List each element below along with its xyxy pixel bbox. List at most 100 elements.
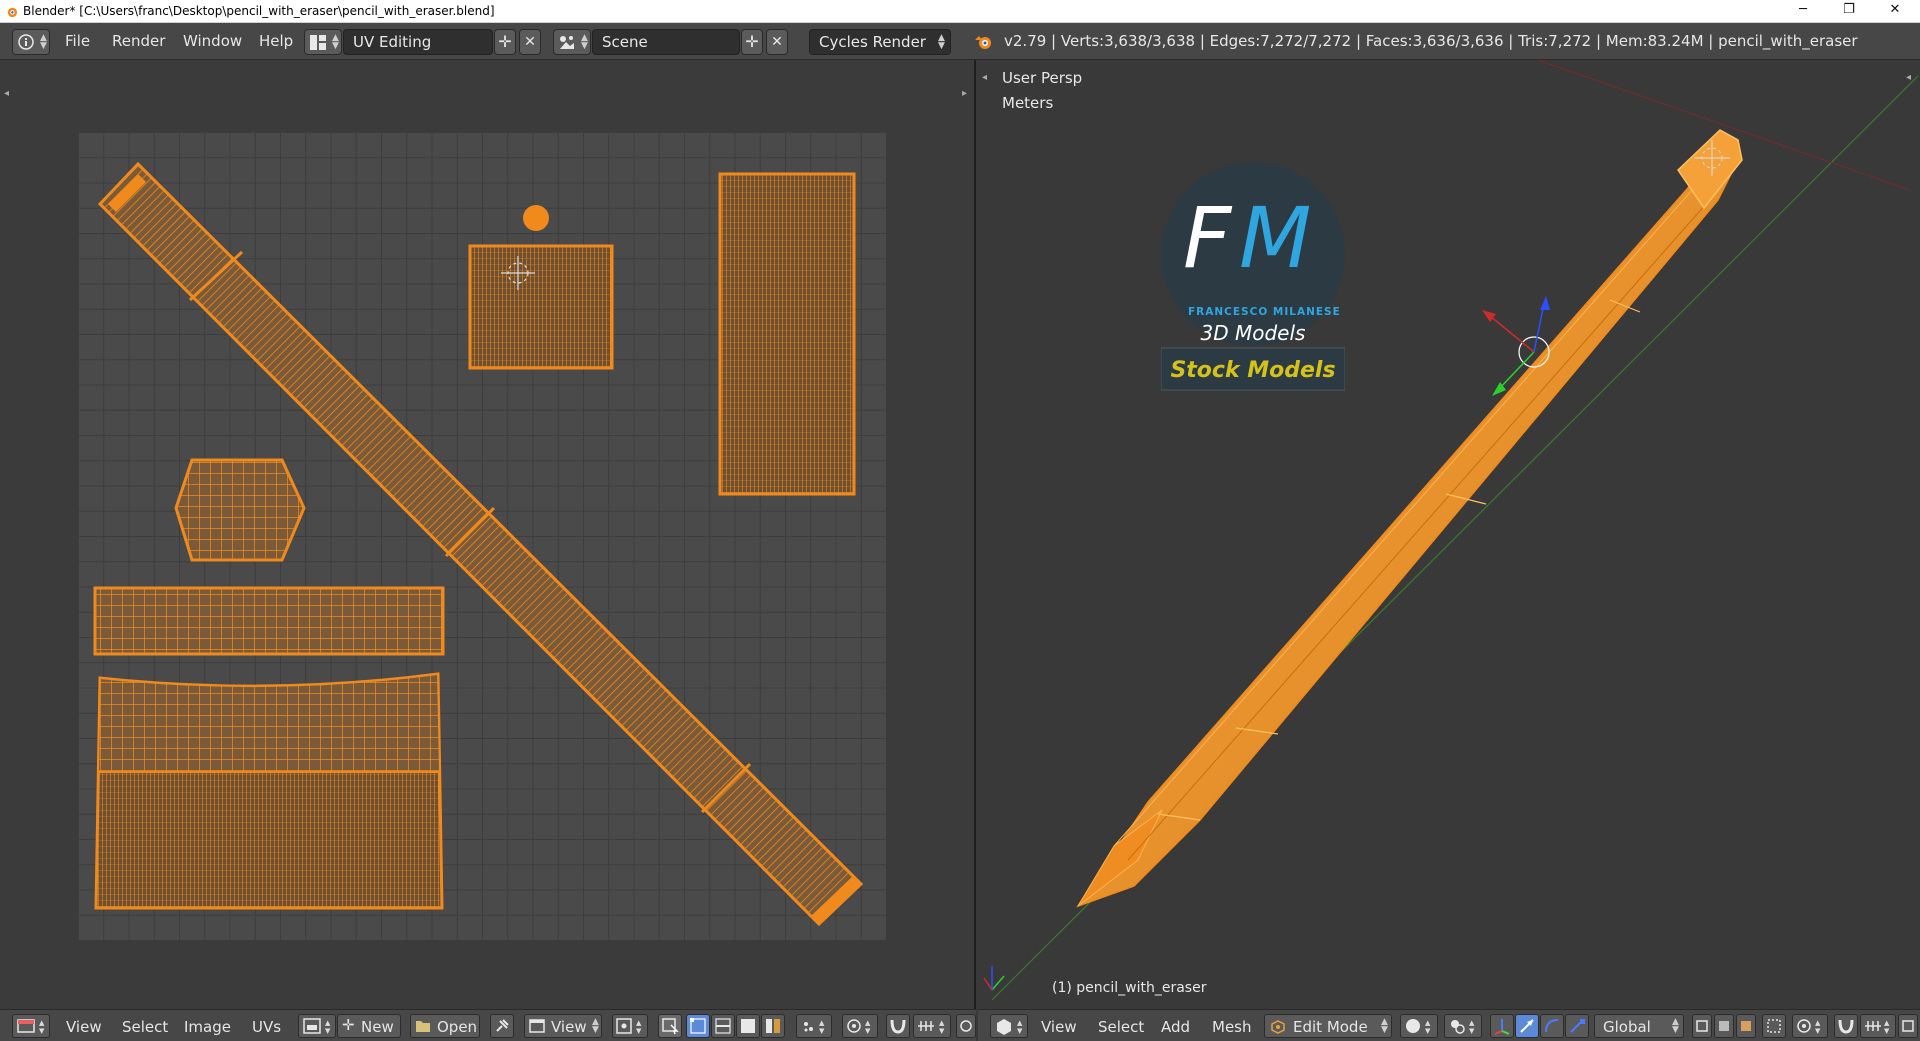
axis-widget-icon (983, 966, 1005, 991)
updown-arrows-icon: ▲ ▼ (581, 33, 588, 51)
3d-viewport[interactable]: ◂ ◂ User Persp Meters F M FRANCESCO MILA… (978, 60, 1920, 1009)
new-label: New (361, 1018, 394, 1036)
menu-help[interactable]: Help (259, 32, 293, 50)
scene-statistics: v2.79 | Verts:3,638/3,638 | Edges:7,272/… (1004, 32, 1858, 50)
image-icon: ▲▼ (303, 1018, 331, 1035)
select-face-button[interactable] (736, 1014, 760, 1038)
layer-button-1[interactable] (1692, 1014, 1712, 1038)
uv-island-ferrule[interactable] (468, 244, 614, 370)
snap-toggle-button[interactable] (1834, 1014, 1858, 1038)
uv-island-tip[interactable] (94, 672, 444, 910)
layer-button-3[interactable] (1736, 1014, 1756, 1038)
logo-subtitle: 3D Models (1200, 321, 1306, 345)
add-screen-button[interactable]: ✛ (494, 29, 516, 55)
proportional-edit-dropdown[interactable]: ▲ ▼ (842, 1014, 878, 1038)
menu-view[interactable]: View (66, 1018, 102, 1036)
toolbar-toggle-right-icon[interactable]: ▸ (962, 88, 967, 99)
snap-element-dropdown[interactable]: ▲ ▼ (1860, 1014, 1896, 1038)
scene-geometry (983, 60, 1919, 1001)
proportional-edit-icon: ▲▼ (847, 1019, 871, 1035)
minimize-button[interactable]: ─ (1780, 0, 1826, 22)
updown-arrows-icon: ▲ ▼ (938, 33, 945, 51)
svg-text:▲: ▲ (325, 1019, 331, 1027)
pin-image-button[interactable] (490, 1014, 514, 1038)
manipulator-translate-button[interactable] (1515, 1014, 1539, 1038)
sticky-mode-dropdown[interactable]: ▲ ▼ (796, 1014, 832, 1038)
menu-window[interactable]: Window (183, 32, 242, 50)
menu-mesh[interactable]: Mesh (1212, 1018, 1252, 1036)
uv-island-eraser-side[interactable] (718, 172, 856, 496)
render-preview-button[interactable] (1898, 1014, 1918, 1038)
uv-islands[interactable] (78, 132, 886, 940)
new-image-button[interactable]: ✛ New (337, 1014, 401, 1038)
remove-scene-button[interactable]: ✕ (766, 29, 788, 55)
view-mode-label: View (551, 1018, 587, 1036)
viewport-shading-dropdown[interactable]: ▲ ▼ (1400, 1014, 1438, 1038)
scene-browse-button[interactable]: ▲ ▼ (553, 29, 591, 55)
uv-image-editor[interactable]: ◂ ▸ (0, 60, 976, 1009)
select-edge-button[interactable] (711, 1014, 735, 1038)
translate-icon (1520, 1019, 1534, 1033)
screen-layout-browse-button[interactable]: ▲ ▼ (304, 29, 342, 55)
sticky-selection-button[interactable] (658, 1014, 682, 1038)
occlude-geometry-button[interactable] (1762, 1014, 1786, 1038)
view-mode-dropdown[interactable]: View ▲ ▼ (524, 1014, 602, 1038)
pivot-point-dropdown[interactable]: ▲ ▼ (1444, 1014, 1482, 1038)
editor-type-info-button[interactable]: ▲ ▼ (12, 29, 50, 55)
svg-text:▼: ▼ (39, 1027, 45, 1035)
maximize-button[interactable]: ❐ (1826, 0, 1872, 22)
uv-island-eraser-cap[interactable] (523, 205, 549, 231)
snap-element-dropdown[interactable]: ▲ ▼ (913, 1014, 951, 1038)
mode-dropdown[interactable]: Edit Mode ▲ ▼ (1264, 1014, 1392, 1038)
svg-text:▼: ▼ (1425, 1027, 1431, 1035)
blender-logo-icon (975, 36, 991, 49)
menu-uvs[interactable]: UVs (252, 1018, 281, 1036)
magnet-icon (890, 1019, 906, 1034)
menu-image[interactable]: Image (184, 1018, 231, 1036)
svg-text:▲: ▲ (939, 1019, 945, 1027)
scene-icon (560, 36, 574, 49)
sync-icon (960, 1020, 972, 1032)
svg-text:▲: ▲ (1425, 1019, 1431, 1027)
cube-textured-icon (1741, 1021, 1751, 1031)
select-vertex-button[interactable] (686, 1014, 710, 1038)
scene-field[interactable]: Scene (592, 29, 740, 55)
image-browse-button[interactable]: ▲ ▼ (298, 1014, 336, 1038)
orientation-label: Global (1603, 1018, 1651, 1036)
proportional-edit-dropdown[interactable]: ▲ ▼ (1792, 1014, 1828, 1038)
svg-text:▲: ▲ (1815, 1019, 1821, 1027)
snap-increment-icon: ▲▼ (918, 1019, 945, 1035)
screen-layout-field[interactable]: UV Editing (343, 29, 493, 55)
remove-screen-button[interactable]: ✕ (519, 29, 541, 55)
open-image-button[interactable]: Open (410, 1014, 480, 1038)
menu-select[interactable]: Select (1098, 1018, 1144, 1036)
menu-add[interactable]: Add (1161, 1018, 1190, 1036)
add-scene-button[interactable]: ✛ (741, 29, 763, 55)
solid-shading-icon: ▲▼ (1406, 1019, 1431, 1035)
uv-island-pencil-end[interactable] (174, 458, 306, 562)
uv-grid-canvas[interactable] (78, 132, 886, 940)
select-island-button[interactable] (761, 1014, 785, 1038)
menu-render[interactable]: Render (112, 32, 165, 50)
toolbar-toggle-left-icon[interactable]: ◂ (4, 88, 9, 99)
uv-sync-button[interactable] (956, 1014, 976, 1038)
layer-button-2[interactable] (1714, 1014, 1734, 1038)
pivot-dropdown[interactable]: ▲ ▼ (612, 1014, 648, 1038)
close-window-button[interactable]: ✕ (1872, 0, 1918, 22)
manipulator-rotate-button[interactable] (1540, 1014, 1564, 1038)
editor-type-button[interactable]: ▲ ▼ (12, 1014, 50, 1038)
menu-select[interactable]: Select (122, 1018, 168, 1036)
scene-name: Scene (602, 33, 648, 51)
menu-view[interactable]: View (1041, 1018, 1077, 1036)
menu-file[interactable]: File (65, 32, 90, 50)
transform-orientation-dropdown[interactable]: Global ▲ ▼ (1594, 1014, 1684, 1038)
snap-toggle-button[interactable] (886, 1014, 910, 1038)
svg-text:▼: ▼ (1017, 1027, 1023, 1035)
manipulator-toggle-button[interactable] (1490, 1014, 1514, 1038)
svg-text:▲: ▲ (39, 1019, 45, 1027)
screen-layout-name: UV Editing (353, 33, 432, 51)
render-engine-dropdown[interactable]: Cycles Render ▲ ▼ (809, 29, 951, 55)
uv-island-band[interactable] (93, 586, 445, 656)
manipulator-scale-button[interactable] (1565, 1014, 1589, 1038)
editor-type-button[interactable]: ▲ ▼ (990, 1014, 1028, 1038)
